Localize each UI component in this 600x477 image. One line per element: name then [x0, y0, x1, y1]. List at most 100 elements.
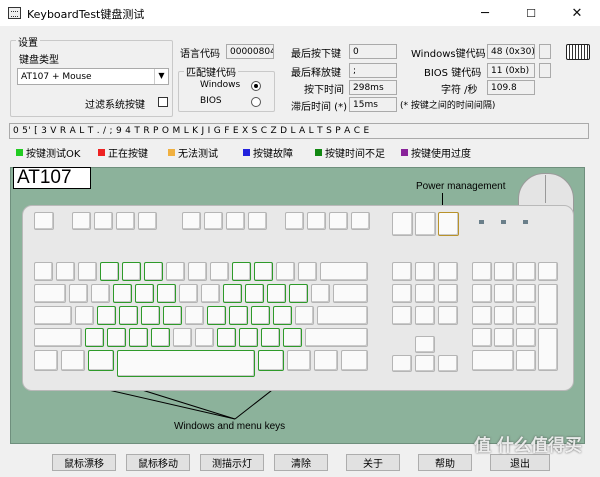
key-equal: [298, 262, 317, 281]
last-down-label: 最后按下键: [291, 49, 341, 60]
key-3: [100, 262, 119, 281]
key-num3: [516, 328, 536, 347]
key-num7: [472, 284, 492, 303]
windows-code-label: Windows键代码: [411, 49, 486, 60]
key-n: [195, 328, 214, 347]
key-num-minus: [538, 262, 558, 281]
key-wake: [438, 212, 459, 236]
key-scrolllock: [415, 262, 435, 281]
key-num5: [494, 306, 514, 325]
key-a: [75, 306, 94, 325]
exit-button[interactable]: 退出: [490, 454, 550, 471]
key-esc: [34, 212, 54, 230]
key-comma: [239, 328, 258, 347]
key-quote: [295, 306, 314, 325]
legend-swatch-red: [98, 148, 105, 156]
key-backslash: [333, 284, 368, 303]
legend-item: 无法测试: [168, 145, 243, 160]
key-tab: [34, 284, 66, 303]
key-h: [185, 306, 204, 325]
key-1: [56, 262, 75, 281]
bios-radio-label: BIOS: [200, 96, 222, 106]
legend-label: 按键时间不足: [325, 148, 385, 160]
key-f7: [226, 212, 245, 230]
key-pageup: [438, 284, 458, 303]
key-backtick: [34, 262, 53, 281]
test-leds-button[interactable]: 测描示灯: [200, 454, 264, 471]
filter-system-keys-checkbox[interactable]: [158, 97, 168, 107]
key-lalt: [88, 350, 114, 371]
key-f9: [285, 212, 304, 230]
last-up-label: 最后释放键: [291, 68, 341, 79]
chars-per-sec-label: 字符 /秒: [441, 85, 478, 96]
keyboard-app-icon: [8, 7, 21, 19]
key-pagedown: [438, 306, 458, 325]
key-rwin: [287, 350, 311, 371]
legend-item: 正在按键: [98, 145, 168, 160]
key-num4: [472, 306, 492, 325]
windows-code-aux-field: [539, 44, 551, 59]
key-lctrl: [34, 350, 58, 371]
key-j: [207, 306, 226, 325]
key-numlock: [472, 262, 492, 281]
key-delete: [392, 306, 412, 325]
key-sleep: [415, 212, 436, 236]
minimize-button[interactable]: ─: [462, 0, 508, 26]
key-num6: [516, 306, 536, 325]
key-2: [78, 262, 97, 281]
legend-item: 按键测试OK: [16, 145, 98, 160]
key-menu: [314, 350, 338, 371]
mouse-move-button[interactable]: 鼠标移动: [126, 454, 190, 471]
key-capslock: [34, 306, 72, 325]
key-d: [119, 306, 138, 325]
last-up-field: ;: [349, 63, 397, 78]
legend-label: 按键故障: [253, 148, 293, 160]
key-slash: [283, 328, 302, 347]
key-5: [144, 262, 163, 281]
bios-code-field: 11 (0xb): [487, 63, 535, 78]
key-right: [438, 355, 458, 372]
keyboard-type-select[interactable]: AT107 + Mouse ▼: [17, 68, 169, 85]
delay-time-field: 15ms: [349, 97, 397, 112]
key-num9: [516, 284, 536, 303]
key-num-plus: [538, 284, 558, 325]
windows-radio[interactable]: [251, 81, 261, 91]
key-f1: [72, 212, 91, 230]
keyboard-type-value: AT107 + Mouse: [21, 72, 92, 82]
clear-button[interactable]: 清除: [274, 454, 328, 471]
key-y: [179, 284, 198, 303]
chevron-down-icon[interactable]: ▼: [154, 69, 168, 84]
key-x: [107, 328, 126, 347]
delay-time-label: 滞后时间 (*): [291, 102, 347, 113]
key-power: [392, 212, 413, 236]
key-lbracket: [289, 284, 308, 303]
maximize-button[interactable]: ☐: [508, 0, 554, 26]
legend-item: 按键使用过度: [401, 145, 491, 160]
key-semicolon: [273, 306, 292, 325]
windows-menu-keys-label: Windows and menu keys: [174, 421, 286, 432]
key-6: [166, 262, 185, 281]
key-enter: [317, 306, 368, 325]
key-num1: [472, 328, 492, 347]
bios-radio[interactable]: [251, 97, 261, 107]
close-button[interactable]: ✕: [554, 0, 600, 26]
legend-label: 无法测试: [178, 148, 218, 160]
key-rbracket: [311, 284, 330, 303]
press-time-label: 按下时间: [304, 85, 344, 96]
interval-note: (* 按键之间的时间间隔): [400, 101, 496, 111]
key-lwin: [61, 350, 85, 371]
key-down: [415, 355, 435, 372]
mouse-button-divider: [545, 175, 546, 203]
help-button[interactable]: 帮助: [418, 454, 472, 471]
key-f11: [329, 212, 348, 230]
key-g: [163, 306, 182, 325]
key-8: [210, 262, 229, 281]
key-m: [217, 328, 236, 347]
key-q: [69, 284, 88, 303]
about-button[interactable]: 关于: [346, 454, 400, 471]
key-up: [415, 336, 435, 353]
key-v: [151, 328, 170, 347]
key-p: [267, 284, 286, 303]
key-t: [157, 284, 176, 303]
mouse-drift-button[interactable]: 鼠标漂移: [52, 454, 116, 471]
